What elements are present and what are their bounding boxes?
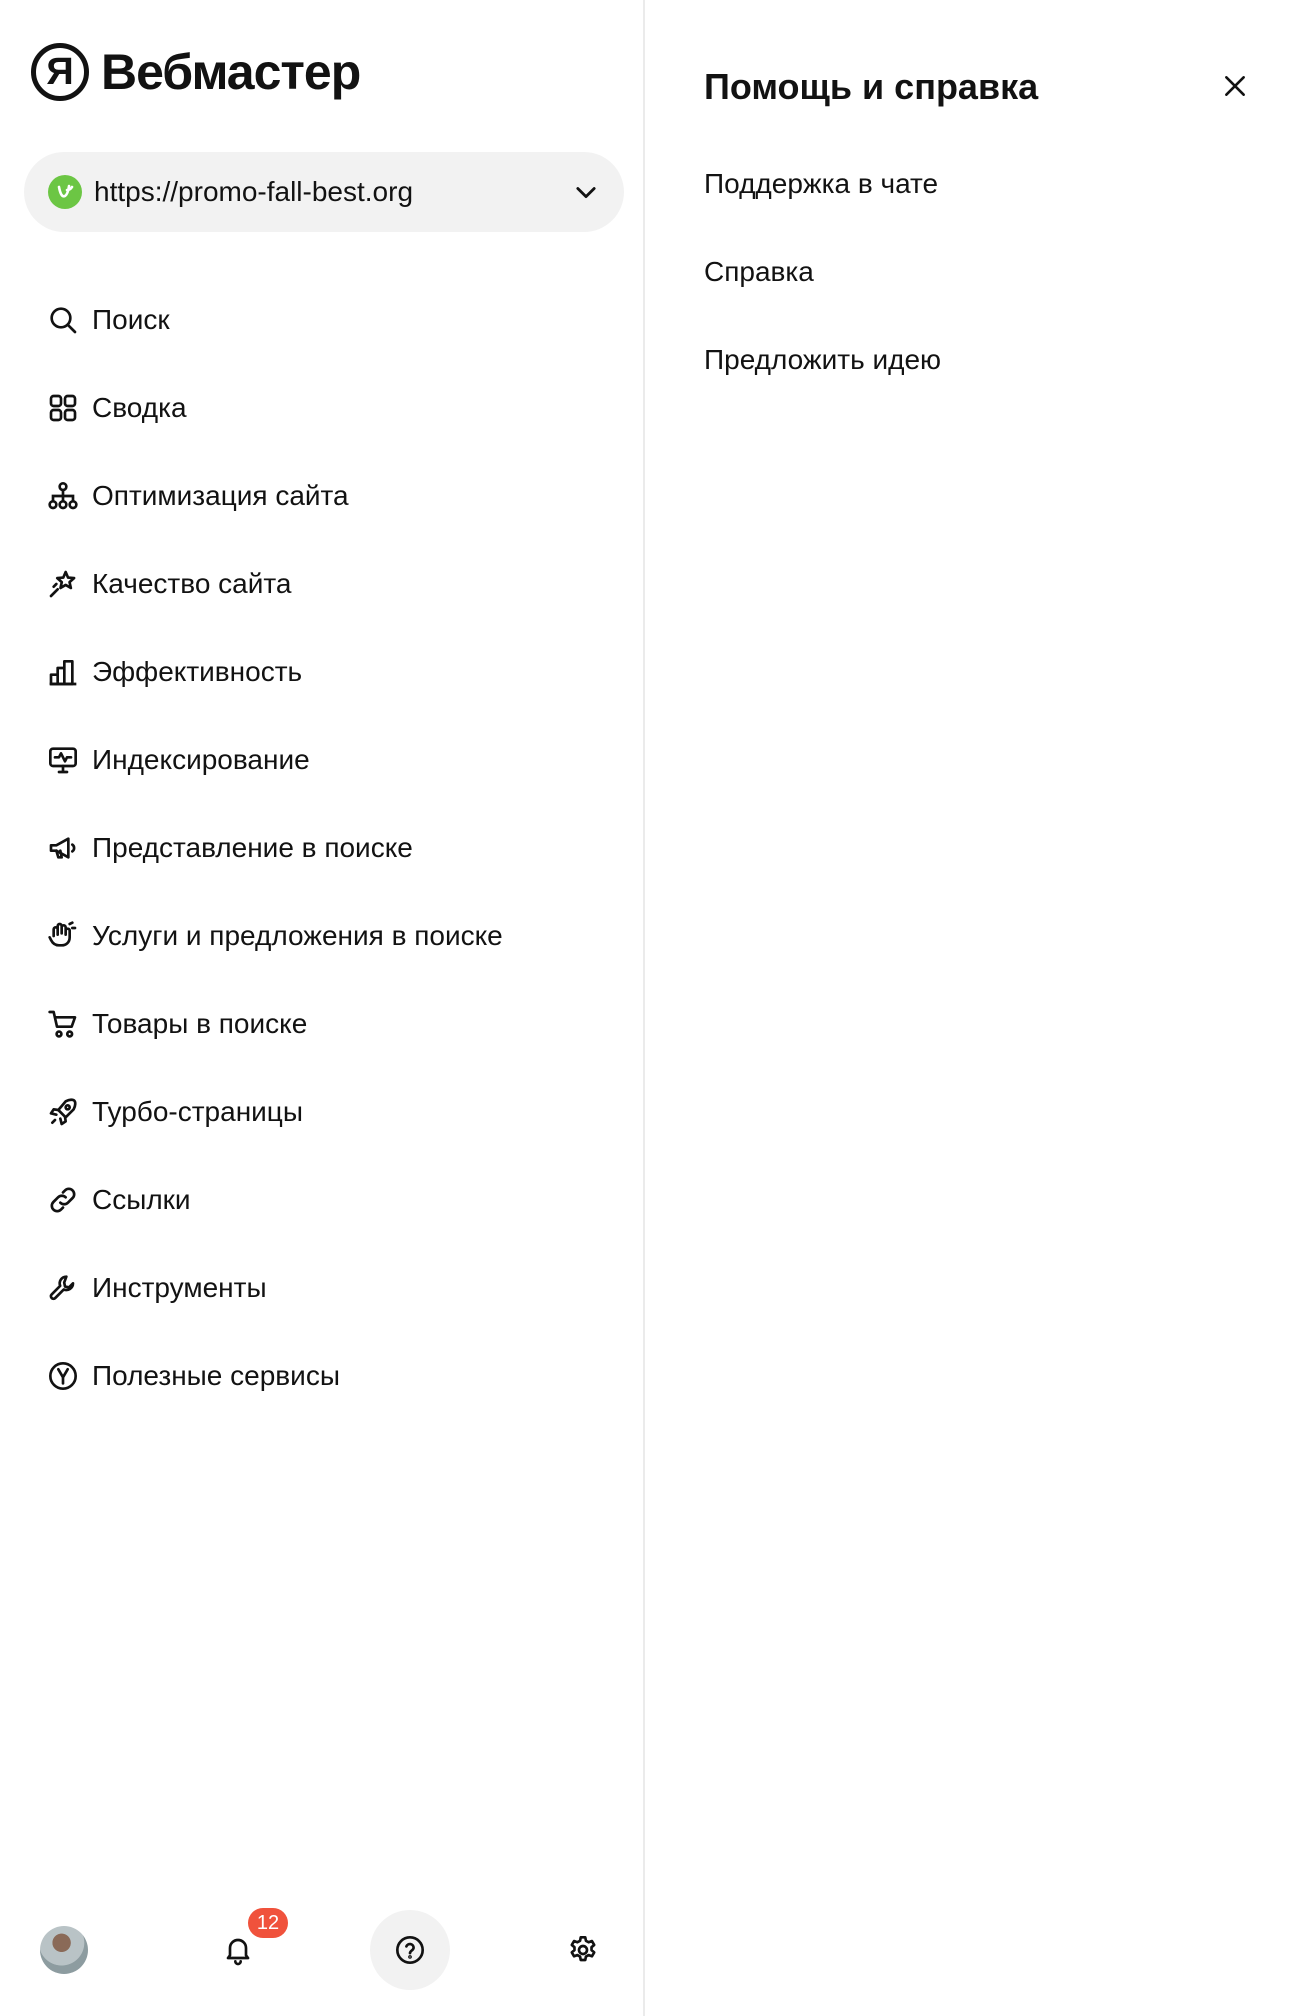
link-icon — [46, 1183, 80, 1217]
sidebar: Я Вебмастер https://promo-fall-best.org … — [0, 0, 645, 2016]
help-button[interactable] — [370, 1910, 450, 1990]
nav-label: Ссылки — [92, 1184, 191, 1215]
nav-label: Товары в поиске — [92, 1008, 308, 1039]
app-title: Вебмастер — [101, 44, 361, 100]
help-link-suggest-idea[interactable]: Предложить идею — [704, 316, 941, 404]
nav-item-site-optimization[interactable]: Оптимизация сайта — [0, 452, 640, 540]
wrench-icon — [46, 1271, 80, 1305]
site-url: https://promo-fall-best.org — [94, 176, 414, 207]
nav-label: Полезные сервисы — [92, 1360, 340, 1391]
rocket-icon — [46, 1095, 80, 1129]
nav-label: Услуги и предложения в поиске — [92, 920, 503, 951]
help-panel: Помощь и справка Поддержка в чате Справк… — [647, 0, 1296, 2016]
hand-service-icon — [46, 919, 80, 953]
chevron-down-icon — [576, 187, 596, 199]
nav-item-products[interactable]: Товары в поиске — [0, 980, 640, 1068]
nav-label: Оптимизация сайта — [92, 480, 349, 511]
nav-label: Инструменты — [92, 1272, 267, 1303]
nav-label: Турбо-страницы — [92, 1096, 303, 1127]
close-icon — [1225, 76, 1245, 96]
settings-button[interactable] — [543, 1910, 623, 1990]
help-panel-title: Помощь и справка — [704, 66, 1039, 107]
bell-icon — [226, 1938, 250, 1966]
nav-item-search-appearance[interactable]: Представление в поиске — [0, 804, 640, 892]
sitemap-icon — [46, 479, 80, 513]
nav-label: Сводка — [92, 392, 187, 423]
nav-item-services-offers[interactable]: Услуги и предложения в поиске — [0, 892, 640, 980]
main-nav: Поиск Сводка Оптимизация сайта Качество … — [0, 276, 640, 1420]
nav-label: Индексирование — [92, 744, 310, 775]
avatar[interactable] — [40, 1926, 88, 1974]
yandex-logo-icon: Я — [31, 43, 89, 101]
nav-item-indexing[interactable]: Индексирование — [0, 716, 640, 804]
nav-item-tools[interactable]: Инструменты — [0, 1244, 640, 1332]
nav-item-search[interactable]: Поиск — [0, 276, 640, 364]
search-icon — [46, 303, 80, 337]
nav-item-links[interactable]: Ссылки — [0, 1156, 640, 1244]
cart-icon — [46, 1007, 80, 1041]
question-circle-icon — [396, 1936, 424, 1964]
nav-item-site-quality[interactable]: Качество сайта — [0, 540, 640, 628]
monitor-pulse-icon — [46, 743, 80, 777]
sparkle-star-icon — [46, 567, 80, 601]
sidebar-footer: 12 — [0, 1908, 640, 1990]
nav-label: Эффективность — [92, 656, 303, 687]
help-link-docs[interactable]: Справка — [704, 228, 941, 316]
help-links: Поддержка в чате Справка Предложить идею — [704, 140, 941, 404]
megaphone-icon — [46, 831, 80, 865]
gear-icon — [570, 1936, 596, 1962]
nav-label: Качество сайта — [92, 568, 292, 599]
site-selector[interactable]: https://promo-fall-best.org — [24, 152, 624, 232]
bar-chart-icon — [46, 655, 80, 689]
webmaster-logo[interactable]: Я Вебмастер — [31, 37, 361, 107]
nav-label: Поиск — [92, 304, 170, 335]
site-favicon-icon — [48, 175, 82, 209]
nav-item-efficiency[interactable]: Эффективность — [0, 628, 640, 716]
nav-item-useful-services[interactable]: Полезные сервисы — [0, 1332, 640, 1420]
close-button[interactable] — [1215, 66, 1255, 106]
help-link-chat-support[interactable]: Поддержка в чате — [704, 140, 941, 228]
nav-label: Представление в поиске — [92, 832, 413, 863]
yandex-services-icon — [46, 1359, 80, 1393]
notifications-badge: 12 — [248, 1908, 288, 1938]
dashboard-grid-icon — [46, 391, 80, 425]
nav-item-turbo-pages[interactable]: Турбо-страницы — [0, 1068, 640, 1156]
nav-item-summary[interactable]: Сводка — [0, 364, 640, 452]
